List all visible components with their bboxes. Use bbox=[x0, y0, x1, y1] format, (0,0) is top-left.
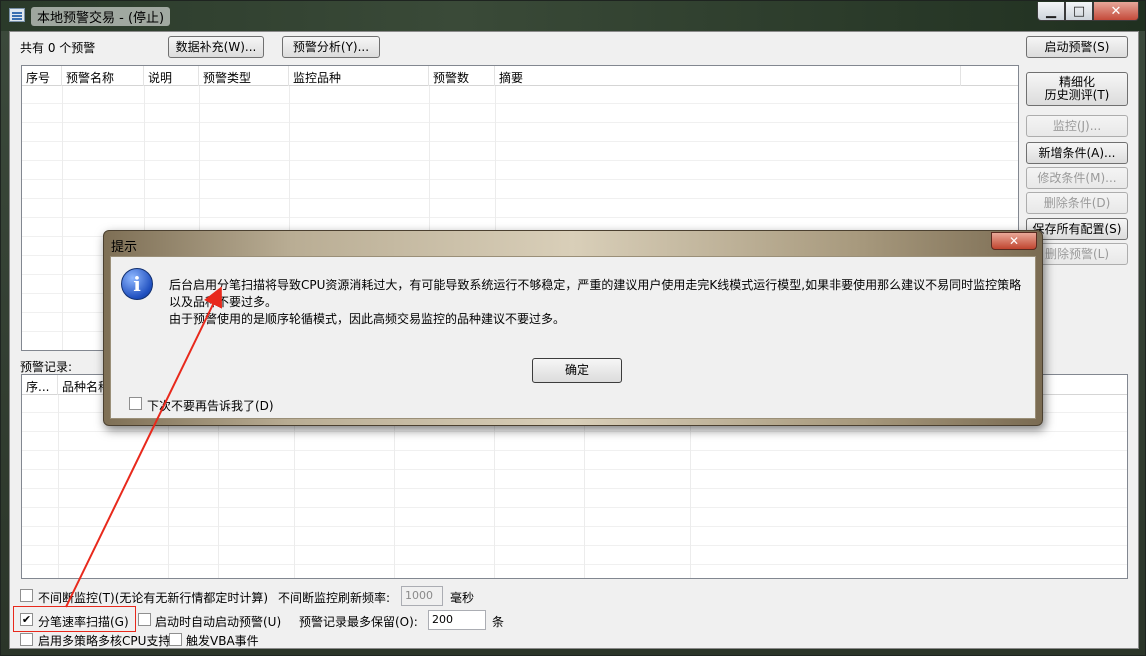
dialog-message: 后台启用分笔扫描将导致CPU资源消耗过大，有可能导致系统运行不够稳定，严重的建议… bbox=[169, 277, 1029, 328]
dont-show-again-label: 下次不要再告诉我了(D) bbox=[147, 399, 274, 413]
message-line: 以及品种不要过多。 bbox=[169, 295, 278, 309]
col-monitored-symbol[interactable]: 监控品种 bbox=[289, 66, 429, 86]
tick-scan-checkbox[interactable]: ✔ bbox=[20, 613, 33, 626]
dialog-title: 提示 bbox=[111, 240, 138, 255]
max-records-label: 预警记录最多保留(O): bbox=[299, 615, 418, 629]
col-alert-type[interactable]: 预警类型 bbox=[199, 66, 289, 86]
col-record-index[interactable]: 序... bbox=[22, 375, 58, 395]
refresh-rate-label: 不间断监控刷新频率: bbox=[278, 591, 391, 605]
ok-button[interactable]: 确定 bbox=[532, 358, 622, 383]
vba-event-checkbox[interactable] bbox=[169, 633, 182, 646]
continuous-monitor-label: 不间断监控(T)(无论有无新行情都定时计算) bbox=[38, 591, 269, 605]
col-summary[interactable]: 摘要 bbox=[495, 66, 961, 86]
window-title: 本地预警交易 - (停止) bbox=[31, 7, 171, 26]
app-icon bbox=[9, 8, 25, 22]
dialog-close-button[interactable]: ✕ bbox=[991, 232, 1037, 250]
minimize-button[interactable]: ▁ bbox=[1037, 2, 1065, 21]
message-line: 后台启用分笔扫描将导致CPU资源消耗过大，有可能导致系统运行不够稳定，严重的建议… bbox=[169, 278, 1022, 292]
records-label: 预警记录: bbox=[20, 360, 73, 374]
col-index[interactable]: 序号 bbox=[22, 66, 62, 86]
start-alert-button[interactable]: 启动预警(S) bbox=[1026, 36, 1128, 58]
col-alert-name[interactable]: 预警名称 bbox=[62, 66, 144, 86]
refresh-rate-input[interactable]: 1000 bbox=[401, 586, 443, 606]
multicore-label: 启用多策略多核CPU支持 bbox=[38, 634, 171, 648]
window-controls: ▁ □ ✕ bbox=[1037, 2, 1139, 21]
backtest-label-line2: 历史测评(T) bbox=[1044, 88, 1110, 102]
auto-start-label: 启动时自动启动预警(U) bbox=[155, 615, 282, 629]
message-line: 由于预警使用的是顺序轮循模式，因此高频交易监控的品种建议不要过多。 bbox=[169, 312, 566, 326]
add-condition-button[interactable]: 新增条件(A)... bbox=[1026, 142, 1128, 164]
col-description[interactable]: 说明 bbox=[144, 66, 199, 86]
max-records-input[interactable]: 200 bbox=[428, 610, 486, 630]
data-fill-button[interactable]: 数据补充(W)... bbox=[168, 36, 264, 58]
edit-condition-button[interactable]: 修改条件(M)... bbox=[1026, 167, 1128, 189]
vba-event-label: 触发VBA事件 bbox=[186, 634, 259, 648]
auto-start-checkbox[interactable] bbox=[138, 613, 151, 626]
col-alert-count[interactable]: 预警数 bbox=[429, 66, 495, 86]
alert-count-label: 共有 0 个预警 bbox=[20, 41, 96, 55]
backtest-button[interactable]: 精细化 历史测评(T) bbox=[1026, 72, 1128, 106]
alert-table-header: 序号 预警名称 说明 预警类型 监控品种 预警数 摘要 bbox=[22, 66, 1018, 86]
multicore-checkbox[interactable] bbox=[20, 633, 33, 646]
continuous-monitor-checkbox[interactable] bbox=[20, 589, 33, 602]
dialog-body: i 后台启用分笔扫描将导致CPU资源消耗过大，有可能导致系统运行不够稳定，严重的… bbox=[110, 256, 1036, 419]
tick-scan-label: 分笔速率扫描(G) bbox=[38, 615, 129, 629]
dont-show-again-checkbox[interactable] bbox=[129, 397, 142, 410]
title-bar: 本地预警交易 - (停止) ▁ □ ✕ bbox=[1, 1, 1145, 31]
delete-condition-button[interactable]: 删除条件(D) bbox=[1026, 192, 1128, 214]
info-icon: i bbox=[121, 268, 153, 300]
prompt-dialog: 提示 ✕ i 后台启用分笔扫描将导致CPU资源消耗过大，有可能导致系统运行不够稳… bbox=[103, 230, 1043, 426]
maximize-button[interactable]: □ bbox=[1065, 2, 1093, 21]
close-button[interactable]: ✕ bbox=[1093, 2, 1139, 21]
alert-analysis-button[interactable]: 预警分析(Y)... bbox=[282, 36, 380, 58]
refresh-rate-unit: 毫秒 bbox=[450, 591, 475, 605]
monitor-button[interactable]: 监控(J)... bbox=[1026, 115, 1128, 137]
max-records-unit: 条 bbox=[492, 615, 505, 629]
